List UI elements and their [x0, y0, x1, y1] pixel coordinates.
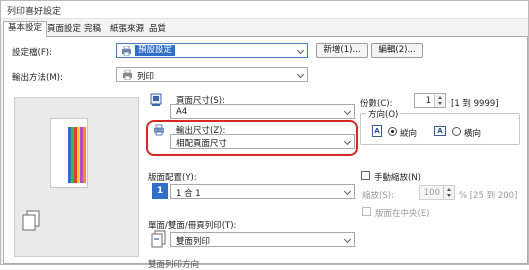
spin-arrows-icon[interactable]	[434, 94, 445, 107]
chevron-down-icon	[343, 187, 352, 196]
landscape-radio[interactable]	[452, 127, 461, 136]
profile-selected-value: 預設設定	[135, 45, 176, 56]
edit-profile-button[interactable]: 編輯(2)...	[371, 43, 423, 58]
chevron-down-icon	[296, 46, 305, 55]
profile-label: 設定檔(F):	[12, 48, 52, 58]
page-size-value: A4	[176, 107, 188, 117]
output-size-select[interactable]: 相配頁面尺寸	[170, 134, 355, 149]
layout-1-in-1-icon: 1	[152, 183, 168, 199]
manual-scaling-label: 手動縮放(N)	[374, 173, 421, 183]
scaling-label: 縮放(S):	[362, 191, 394, 201]
print-preview	[14, 97, 139, 257]
scaling-spinner[interactable]: 100	[419, 185, 455, 200]
page-layout-value: 1 合 1	[176, 189, 201, 199]
preview-color-bars	[68, 127, 86, 183]
scaling-range: % [25 到 200]	[459, 191, 518, 201]
copies-value: 1	[425, 96, 431, 106]
center-layout-label: 版面在中央(E)	[375, 209, 430, 219]
output-method-select[interactable]: 列印	[116, 67, 308, 82]
center-layout-checkbox[interactable]	[362, 207, 371, 216]
duplex-value: 雙面列印	[176, 237, 211, 247]
portrait-radio[interactable]	[388, 127, 397, 136]
manual-scaling-checkbox[interactable]	[361, 171, 370, 180]
page-size-icon	[150, 93, 162, 106]
copies-range: [1 到 9999]	[451, 99, 499, 109]
output-size-icon	[154, 124, 164, 136]
print-preferences-window: 列印喜好設定 基本設定 頁面設定 完稿 紙張來源 品質 設定檔(F): 預設設定…	[0, 0, 529, 270]
chevron-down-icon	[343, 107, 352, 116]
landscape-label: 橫向	[464, 129, 482, 139]
printer-icon	[122, 46, 131, 56]
tab-quality[interactable]: 品質	[145, 23, 170, 36]
output-method-value: 列印	[137, 72, 155, 82]
spin-arrows-icon[interactable]	[443, 186, 454, 199]
tab-basic-settings[interactable]: 基本設定	[3, 21, 48, 37]
preview-page	[50, 118, 88, 188]
tab-bar: 基本設定 頁面設定 完稿 紙張來源 品質	[1, 20, 528, 37]
page-size-select[interactable]: A4	[170, 104, 355, 119]
landscape-icon: A	[434, 126, 446, 136]
printer-icon	[123, 70, 132, 80]
page-layout-label: 版面配置(Y):	[148, 173, 197, 183]
duplex-select[interactable]: 雙面列印	[170, 232, 355, 247]
tab-paper-source[interactable]: 紙張來源	[106, 23, 148, 36]
page-layout-select[interactable]: 1 合 1	[170, 184, 355, 199]
duplex-print-icon	[151, 230, 166, 248]
window-title: 列印喜好設定	[7, 7, 62, 17]
output-method-label: 輸出方法(M):	[12, 73, 63, 83]
new-profile-button[interactable]: 新增(1)...	[316, 43, 368, 58]
duplex-direction-label: 雙面列印方向	[148, 260, 200, 270]
chevron-down-icon	[343, 235, 352, 244]
tab-page-setup[interactable]: 頁面設定	[43, 23, 85, 36]
profile-select[interactable]: 預設設定	[116, 43, 308, 58]
scaling-value: 100	[423, 188, 440, 198]
tab-finishing[interactable]: 完稿	[80, 23, 105, 36]
duplex-pages-icon	[22, 210, 40, 231]
orientation-label: 方向(O)	[366, 108, 401, 120]
basic-settings-panel: 設定檔(F): 預設設定 新增(1)... 編輯(2)... 輸出方法(M): …	[3, 36, 528, 270]
chevron-down-icon	[296, 70, 305, 79]
portrait-icon: A	[372, 125, 382, 137]
portrait-label: 縱向	[400, 129, 418, 139]
copies-spinner[interactable]: 1	[414, 93, 446, 108]
output-size-value: 相配頁面尺寸	[176, 139, 228, 149]
chevron-down-icon	[343, 137, 352, 146]
title-bar: 列印喜好設定	[1, 1, 528, 19]
